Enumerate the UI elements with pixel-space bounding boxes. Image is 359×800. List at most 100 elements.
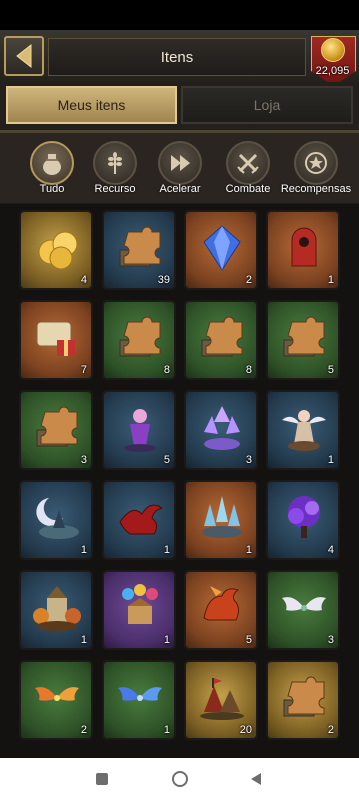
puzzle-chest-icon — [196, 312, 248, 364]
tab-bar: Meus itens Loja — [0, 82, 359, 133]
category-all[interactable]: Tudo — [22, 139, 82, 201]
item-slot-fairy-statue[interactable]: 5 — [102, 390, 176, 470]
item-slot-moon-island[interactable]: 1 — [19, 480, 93, 560]
fast-forward-icon — [171, 155, 190, 171]
puzzle-chest-icon — [278, 312, 330, 364]
item-slot-purple-tree[interactable]: 4 — [266, 480, 340, 560]
item-slot-silver-wings[interactable]: 3 — [266, 570, 340, 650]
item-quantity: 5 — [327, 364, 334, 376]
item-slot-balloon-party[interactable]: 1 — [102, 570, 176, 650]
item-quantity: 1 — [163, 544, 170, 556]
ice-crystals-icon — [196, 492, 248, 544]
gold-balance[interactable]: 22,095 — [309, 32, 356, 88]
item-slot-gold-coins[interactable]: 4 — [19, 210, 93, 290]
scroll-gift-icon — [31, 312, 83, 364]
category-filter: Tudo Recurso Acelerar Combate Recompensa… — [0, 133, 359, 203]
triangle-back-icon — [251, 773, 261, 785]
tab-my-items[interactable]: Meus itens — [6, 86, 177, 124]
item-quantity: 3 — [327, 634, 334, 646]
item-slot-puzzle-chest[interactable]: 3 — [19, 390, 93, 470]
item-slot-puzzle-chest[interactable]: 8 — [102, 300, 176, 380]
flame-wings-icon — [31, 672, 83, 724]
category-rewards[interactable]: Recompensas — [281, 139, 351, 201]
crossed-swords-icon — [237, 153, 259, 174]
item-quantity: 39 — [157, 274, 170, 286]
back-nav-button[interactable] — [246, 769, 266, 789]
item-slot-angel-statue[interactable]: 1 — [266, 390, 340, 470]
category-resource-label: Recurso — [94, 183, 136, 195]
angel-statue-icon — [278, 402, 330, 454]
war-camp-icon — [196, 672, 248, 724]
square-icon — [96, 773, 108, 785]
item-grid: 4 39 2 1 7 8 8 5 3 5 3 1 1 1 1 4 1 1 5 3 2 1 20 2 — [0, 204, 359, 758]
item-quantity: 2 — [80, 724, 87, 736]
header: Itens 22,095 — [0, 30, 359, 86]
item-quantity: 20 — [239, 724, 252, 736]
puzzle-chest-icon — [114, 222, 166, 274]
item-slot-scroll-gift[interactable]: 7 — [19, 300, 93, 380]
chevron-left-icon — [16, 43, 32, 69]
item-slot-puzzle-chest[interactable]: 39 — [102, 210, 176, 290]
item-quantity: 3 — [80, 454, 87, 466]
purple-tree-icon — [278, 492, 330, 544]
item-quantity: 8 — [245, 364, 252, 376]
puzzle-chest-icon — [114, 312, 166, 364]
item-slot-puzzle-chest[interactable]: 2 — [266, 660, 340, 740]
category-resource[interactable]: Recurso — [85, 139, 145, 201]
category-speedup[interactable]: Acelerar — [150, 139, 210, 201]
star-medal-icon — [305, 152, 327, 174]
blue-wings-icon — [114, 672, 166, 724]
item-slot-hooded-figure[interactable]: 1 — [266, 210, 340, 290]
item-quantity: 4 — [327, 544, 334, 556]
gold-coins-icon — [31, 222, 83, 274]
back-button[interactable] — [4, 36, 44, 76]
autumn-castle-icon — [31, 582, 83, 634]
item-slot-crystal-tree[interactable]: 3 — [184, 390, 258, 470]
item-slot-puzzle-chest[interactable]: 5 — [266, 300, 340, 380]
system-nav-bar — [0, 758, 359, 800]
fire-dragon-icon — [196, 582, 248, 634]
wheat-icon — [108, 152, 122, 174]
item-slot-war-camp[interactable]: 20 — [184, 660, 258, 740]
item-quantity: 1 — [80, 544, 87, 556]
status-bar — [0, 0, 359, 30]
silver-wings-icon — [278, 582, 330, 634]
page-title: Itens — [48, 38, 306, 76]
recent-apps-button[interactable] — [92, 769, 112, 789]
item-quantity: 1 — [245, 544, 252, 556]
item-quantity: 4 — [80, 274, 87, 286]
category-combat-label: Combate — [225, 183, 271, 195]
item-slot-blue-wings[interactable]: 1 — [102, 660, 176, 740]
item-quantity: 1 — [327, 454, 334, 466]
item-slot-flame-wings[interactable]: 2 — [19, 660, 93, 740]
item-slot-puzzle-chest[interactable]: 8 — [184, 300, 258, 380]
item-quantity: 5 — [163, 454, 170, 466]
category-combat[interactable]: Combate — [218, 139, 278, 201]
item-quantity: 3 — [245, 454, 252, 466]
puzzle-chest-icon — [31, 402, 83, 454]
item-quantity: 1 — [163, 634, 170, 646]
item-slot-blue-gem[interactable]: 2 — [184, 210, 258, 290]
item-quantity: 8 — [163, 364, 170, 376]
item-quantity: 5 — [245, 634, 252, 646]
gold-coin-icon — [321, 38, 345, 62]
blue-gem-icon — [196, 222, 248, 274]
item-slot-ice-crystals[interactable]: 1 — [184, 480, 258, 560]
item-slot-autumn-castle[interactable]: 1 — [19, 570, 93, 650]
item-slot-fire-dragon[interactable]: 5 — [184, 570, 258, 650]
puzzle-chest-icon — [278, 672, 330, 724]
moon-island-icon — [31, 492, 83, 544]
item-quantity: 7 — [80, 364, 87, 376]
item-slot-red-dragon[interactable]: 1 — [102, 480, 176, 560]
gold-amount: 22,095 — [315, 65, 350, 77]
red-dragon-icon — [114, 492, 166, 544]
category-all-label: Tudo — [39, 183, 65, 195]
sack-icon — [43, 154, 61, 175]
item-quantity: 2 — [327, 724, 334, 736]
crystal-tree-icon — [196, 402, 248, 454]
category-rewards-label: Recompensas — [280, 183, 352, 195]
category-speedup-label: Acelerar — [159, 183, 201, 195]
item-quantity: 1 — [163, 724, 170, 736]
tab-shop[interactable]: Loja — [181, 86, 353, 124]
home-button[interactable] — [170, 769, 190, 789]
